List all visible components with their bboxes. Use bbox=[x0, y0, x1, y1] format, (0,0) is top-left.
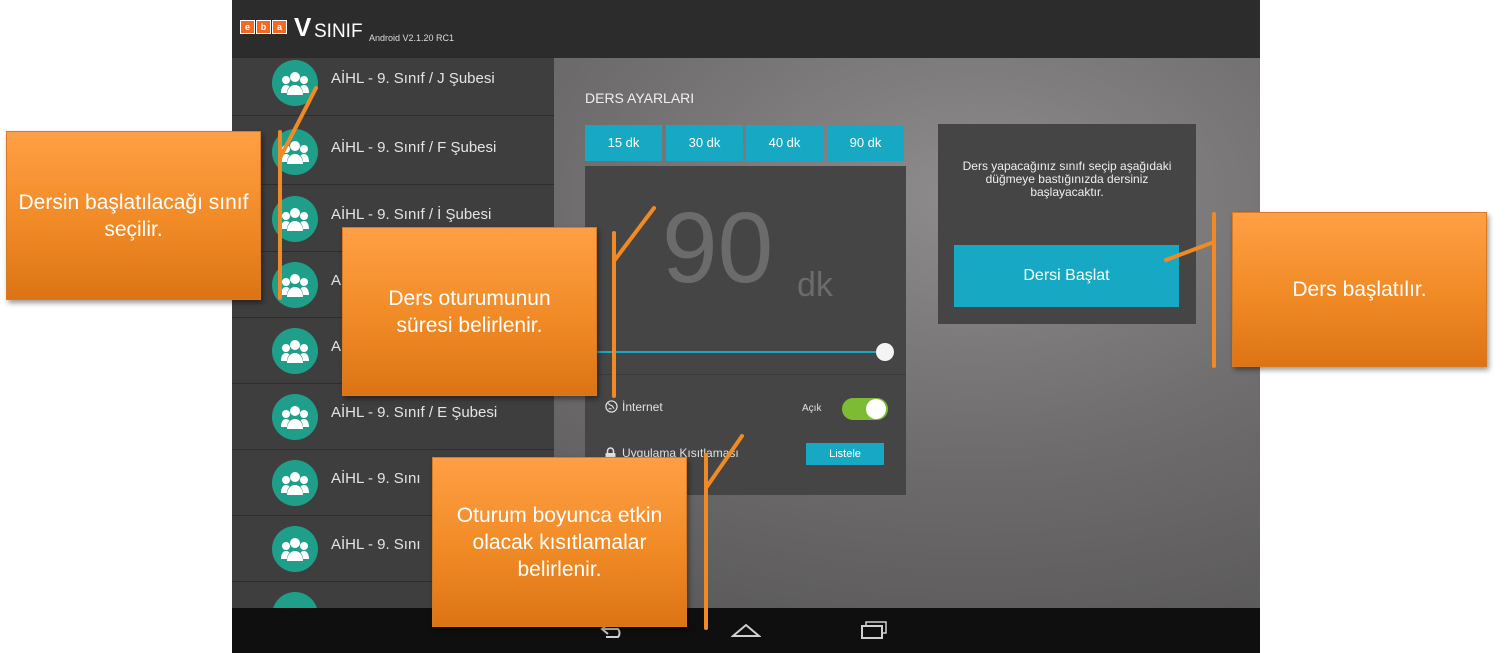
callout-class-select: Dersin başlatılacağı sınıf seçilir. bbox=[6, 131, 261, 300]
callout-duration: Ders oturumunun süresi belirlenir. bbox=[342, 227, 597, 396]
duration-callout-pointer bbox=[612, 206, 656, 263]
callout-start: Ders başlatılır. bbox=[1232, 212, 1487, 367]
callout-restrictions: Oturum boyunca etkin olacak kısıtlamalar… bbox=[432, 457, 687, 627]
restrictions-callout-pointer bbox=[704, 434, 744, 490]
start-callout-pointer bbox=[1164, 240, 1216, 262]
class-callout-pointer bbox=[278, 86, 318, 160]
